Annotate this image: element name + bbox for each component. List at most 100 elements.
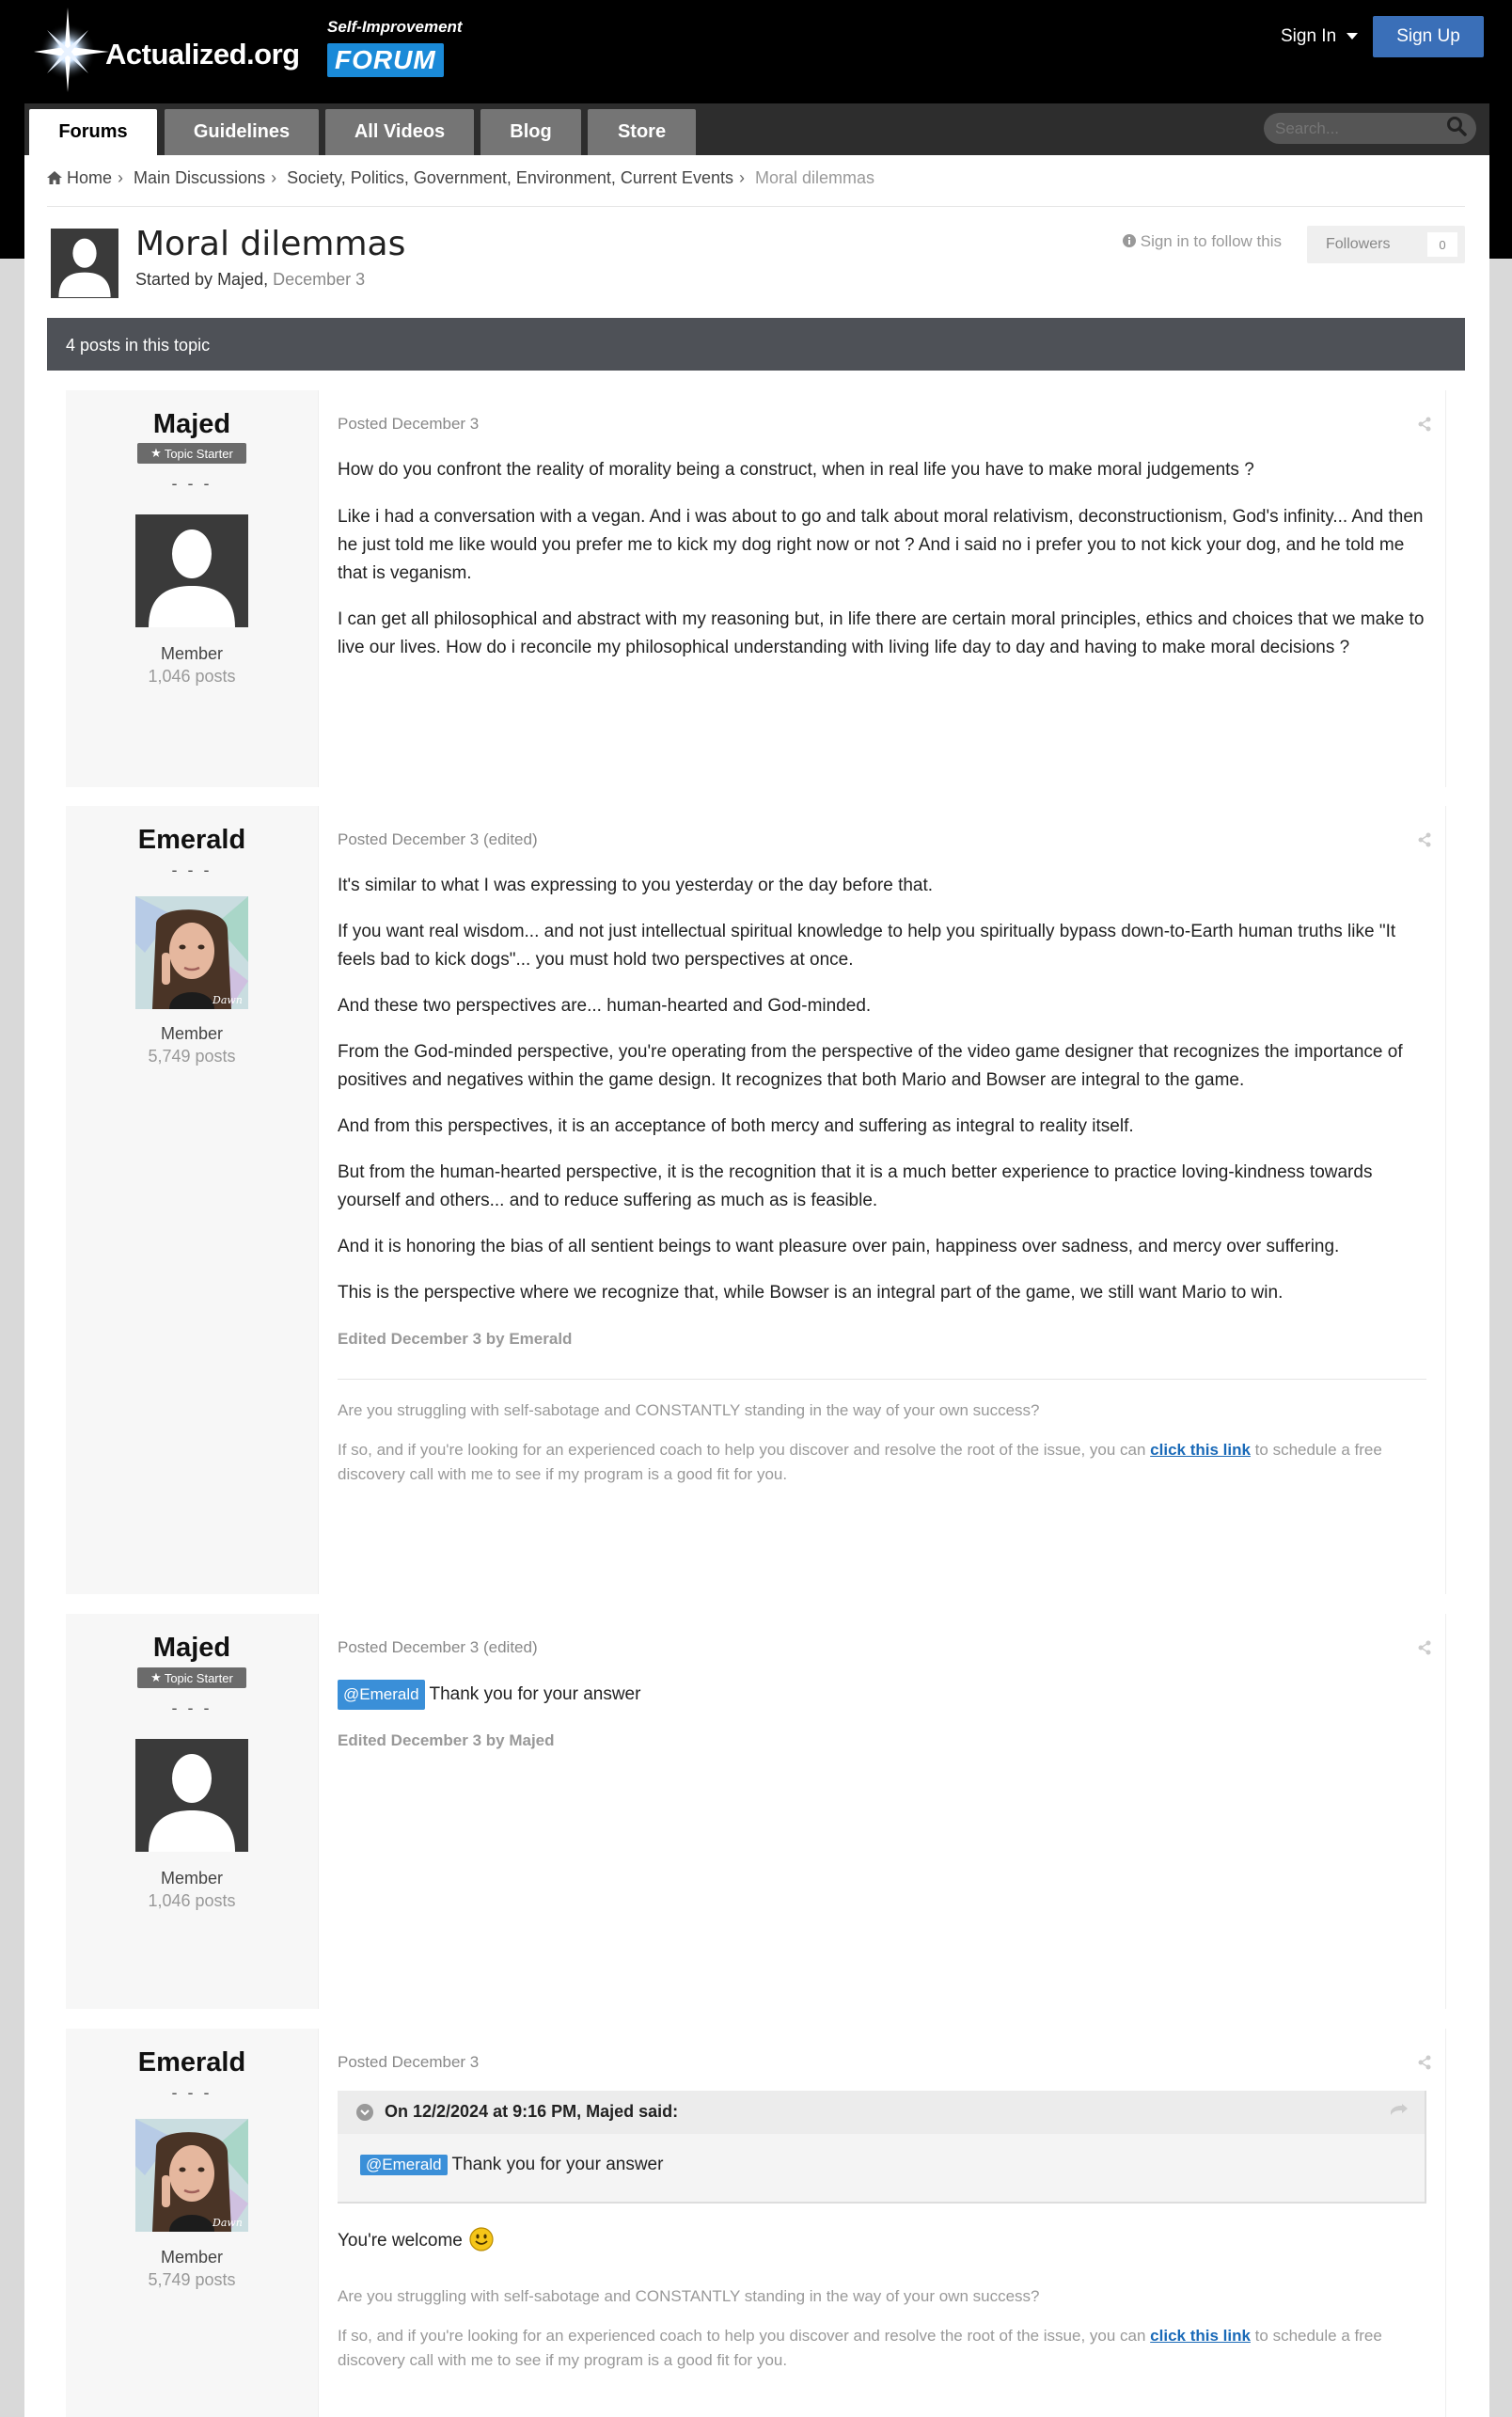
topic-author-avatar[interactable] [51,229,118,298]
tab-store[interactable]: Store [588,109,696,155]
author-rank: Member [160,644,223,663]
mention-tag[interactable]: @Emerald [338,1680,425,1710]
share-icon[interactable] [1417,1640,1432,1655]
logo-forum-badge: FORUM [327,43,444,77]
post-date[interactable]: Posted December 3 [338,415,479,434]
author-dashes: - - - [171,474,213,493]
post-date[interactable]: Posted December 3 (edited) [338,830,538,849]
tab-blog[interactable]: Blog [480,109,581,155]
post-body: Posted December 3 How do you confront th… [318,390,1445,787]
star-icon: ★ [150,446,162,460]
tab-all-videos[interactable]: All Videos [325,109,474,155]
search-box [1264,113,1476,144]
tab-guidelines[interactable]: Guidelines [165,109,319,155]
post-date[interactable]: Posted December 3 [338,2053,479,2072]
signature-link[interactable]: click this link [1150,2327,1251,2345]
divider [47,206,1465,207]
post-date[interactable]: Posted December 3 (edited) [338,1638,538,1657]
search-icon[interactable] [1446,116,1467,136]
signature-text-part: If so, and if you're looking for an expe… [338,2327,1146,2345]
signature-question: Are you struggling with self-sabotage an… [338,2287,1040,2305]
svg-text:Dawn: Dawn [212,994,243,1006]
author-rank: Member [160,1869,223,1888]
started-by-prefix: Started by [135,270,213,289]
post-body: Posted December 3 On 12/2/2024 at 9:16 P… [318,2029,1445,2417]
signature-divider [338,1379,1426,1380]
logo-text: Actualized.org [105,38,300,71]
author-name[interactable]: Majed [66,409,318,440]
post: Emerald - - - Dawn Member 5,749 posts Po… [66,806,1446,1594]
home-icon [47,171,62,184]
info-icon [1123,234,1136,247]
quote-body: @Emerald Thank you for your answer [360,2155,663,2175]
search-input[interactable] [1275,118,1435,138]
post-body: Posted December 3 (edited) @Emerald Than… [318,1614,1445,2009]
avatar[interactable]: Dawn [135,896,248,1009]
author-name[interactable]: Majed [66,1633,318,1664]
reply-arrow-icon[interactable] [1391,2104,1408,2117]
breadcrumb-society[interactable]: Society, Politics, Government, Environme… [287,168,733,187]
breadcrumb-main-discussions[interactable]: Main Discussions [134,168,265,187]
tab-forums[interactable]: Forums [29,109,157,155]
signature-text: If so, and if you're looking for an expe… [338,2324,1426,2373]
collapse-toggle-icon[interactable] [356,2104,373,2121]
share-icon[interactable] [1417,832,1432,847]
post-paragraph: How do you confront the reality of moral… [338,460,1254,480]
chevron-right-icon: › [118,168,124,187]
follow-link[interactable]: Sign in to follow this [1123,232,1282,251]
author-name[interactable]: Emerald [66,825,318,856]
share-icon[interactable] [1417,2055,1432,2070]
signature-question: Are you struggling with self-sabotage an… [338,1401,1040,1419]
logo-subtitle: Self-Improvement [327,18,463,36]
topic-author-link[interactable]: Majed [217,270,263,289]
main-content: Home › Main Discussions › Society, Politic… [24,155,1489,2417]
mention-tag[interactable]: @Emerald [360,2155,448,2175]
breadcrumb-home[interactable]: Home [67,168,112,187]
avatar[interactable]: Dawn [135,2119,248,2232]
signature-link[interactable]: click this link [1150,1441,1251,1459]
svg-text:Dawn: Dawn [212,2217,243,2229]
author-post-count: 1,046 posts [148,1891,236,1910]
sign-up-button[interactable]: Sign Up [1373,16,1484,57]
page-title: Moral dilemmas [135,225,406,263]
post: Majed ★ Topic Starter - - - Member 1,046 … [66,390,1446,787]
quote-citation[interactable]: On 12/2/2024 at 9:16 PM, Majed said: [385,2102,678,2121]
main-nav: Forums Guidelines All Videos Blog Store [24,103,1489,155]
breadcrumb: Home › Main Discussions › Society, Politic… [47,168,874,188]
post-paragraph: And it is honoring the bias of all senti… [338,1237,1340,1256]
breadcrumb-current: Moral dilemmas [754,168,875,187]
share-icon[interactable] [1417,417,1432,432]
default-user-icon [51,229,118,297]
star-logo-icon [34,8,109,92]
user-photo-icon: Dawn [135,2119,248,2232]
author-post-count: 1,046 posts [148,667,236,686]
post-paragraph: But from the human-hearted perspective, … [338,1162,1373,1210]
caret-down-icon [1347,32,1359,39]
posts-count-text: 4 posts in this topic [66,336,211,355]
followers-label: Followers [1326,236,1391,252]
chevron-right-icon: › [738,168,745,187]
quote-text: Thank you for your answer [451,2155,664,2174]
user-photo-icon: Dawn [135,896,248,1009]
avatar[interactable] [135,514,248,627]
author-post-count: 5,749 posts [148,1047,236,1066]
followers-button[interactable]: Followers 0 [1307,226,1465,263]
author-rank: Member [160,1024,223,1043]
avatar[interactable] [135,1739,248,1852]
edited-note: Edited December 3 by Majed [338,1731,555,1749]
author-name[interactable]: Emerald [66,2047,318,2078]
topic-date: December 3 [273,270,366,289]
post-paragraph: From the God-minded perspective, you're … [338,1042,1403,1090]
topic-started-by: Started by Majed, December 3 [135,270,366,289]
post-text: @Emerald Thank you for your answer [338,1680,1426,1710]
follow-label: Sign in to follow this [1140,232,1282,250]
badge-label: Topic Starter [164,1670,233,1685]
post-paragraph: It's similar to what I was expressing to… [338,876,934,895]
posts-count-bar: 4 posts in this topic [47,318,1465,371]
post-text-content: Thank you for your answer [429,1684,641,1704]
sign-in-menu[interactable]: Sign In [1281,26,1359,47]
site-logo[interactable]: Actualized.org Self-Improvement FORUM [34,8,466,92]
signature-text: If so, and if you're looking for an expe… [338,1438,1426,1487]
author-rank: Member [160,2248,223,2267]
signature-text-part: If so, and if you're looking for an expe… [338,1441,1146,1459]
